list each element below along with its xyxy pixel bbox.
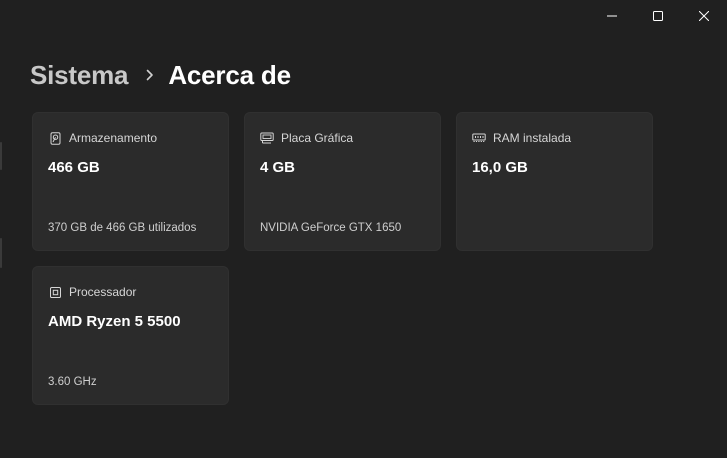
storage-card[interactable]: Armazenamento 466 GB 370 GB de 466 GB ut… [32,112,229,251]
card-title: Placa Gráfica [281,131,354,145]
breadcrumb-parent[interactable]: Sistema [30,60,129,91]
card-title: Armazenamento [69,131,158,145]
card-value: AMD Ryzen 5 5500 [48,313,181,330]
card-header: RAM instalada [472,130,571,146]
ram-icon [472,131,486,145]
processor-card[interactable]: Processador AMD Ryzen 5 5500 3.60 GHz [32,266,229,405]
card-title: Processador [69,285,137,299]
card-title: RAM instalada [493,131,572,145]
chevron-right-icon [146,69,154,81]
card-detail: 3.60 GHz [48,376,97,388]
card-header: Placa Gráfica [260,130,353,146]
card-value: 4 GB [260,159,296,176]
settings-window: Sistema Acerca de Armazenamento 466 GB 3… [0,0,727,458]
caption-buttons [589,0,727,32]
close-button[interactable] [681,0,727,32]
breadcrumb: Sistema Acerca de [30,57,291,93]
graphics-card[interactable]: Placa Gráfica 4 GB NVIDIA GeForce GTX 16… [244,112,441,251]
card-value: 466 GB [48,159,100,176]
card-detail: 370 GB de 466 GB utilizados [48,222,197,234]
processor-icon [48,285,62,299]
left-edge-nub [0,142,2,170]
maximize-icon [653,11,663,21]
card-header: Processador [48,284,136,300]
maximize-button[interactable] [635,0,681,32]
page-title: Acerca de [168,59,291,90]
card-detail: NVIDIA GeForce GTX 1650 [260,222,402,234]
card-header: Armazenamento [48,130,157,146]
minimize-icon [607,15,617,17]
card-value: 16,0 GB [472,159,528,176]
minimize-button[interactable] [589,0,635,32]
close-icon [699,11,709,21]
left-edge-nub [0,238,2,268]
storage-icon [48,131,62,145]
ram-card[interactable]: RAM instalada 16,0 GB [456,112,653,251]
graphics-card-icon [260,131,274,145]
